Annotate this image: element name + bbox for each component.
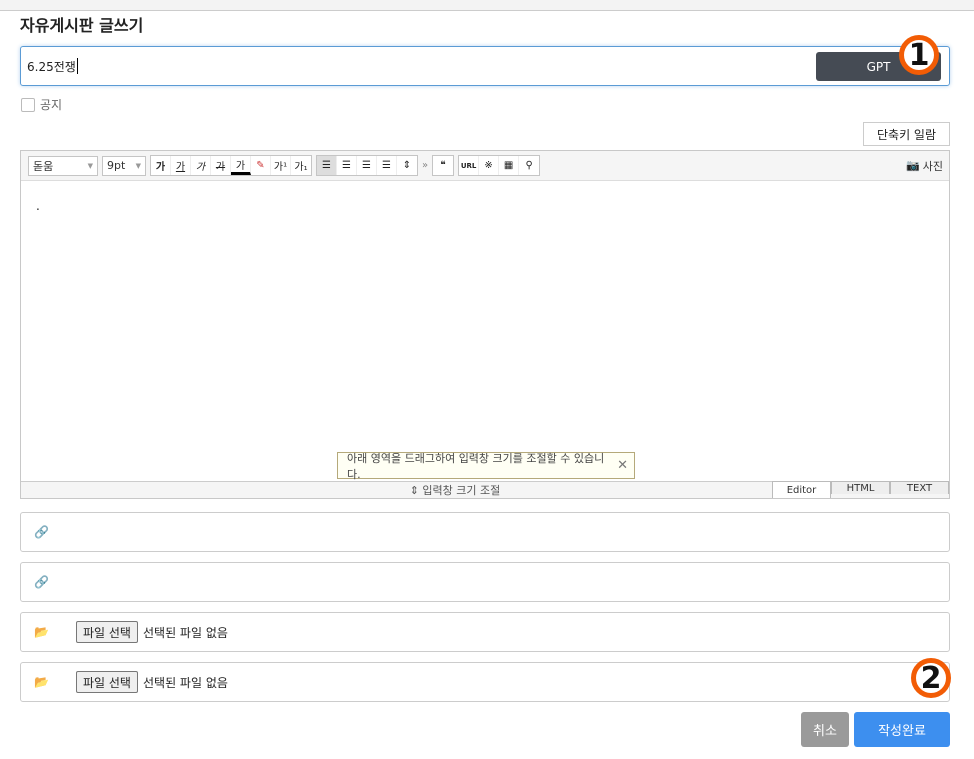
align-center-icon[interactable]: ☰ bbox=[337, 156, 357, 175]
editor-content: . bbox=[36, 199, 40, 213]
file-field-2: 📂 파일 선택 선택된 파일 없음 bbox=[20, 662, 950, 702]
bold-button[interactable]: 가 bbox=[151, 156, 171, 175]
subject-input[interactable]: 6.25전쟁 GPT bbox=[20, 46, 950, 86]
resize-tooltip: 아래 영역을 드래그하여 입력창 크기를 조절할 수 있습니다. ✕ bbox=[337, 451, 635, 481]
subject-value: 6.25전쟁 bbox=[27, 59, 76, 74]
superscript-button[interactable]: 가¹ bbox=[271, 156, 291, 175]
more-icon[interactable]: » bbox=[422, 160, 428, 171]
table-icon[interactable]: ▦ bbox=[499, 156, 520, 175]
link-field-1[interactable]: 🔗 bbox=[20, 512, 950, 552]
chevron-down-icon: ▼ bbox=[87, 161, 93, 170]
file-status: 선택된 파일 없음 bbox=[142, 625, 228, 640]
tooltip-text: 아래 영역을 드래그하여 입력창 크기를 조절할 수 있습니다. bbox=[347, 451, 605, 481]
insert-group: URL ※ ▦ ⚲ bbox=[458, 155, 541, 176]
highlight-button[interactable]: ✎ bbox=[251, 156, 271, 175]
align-right-icon[interactable]: ☰ bbox=[357, 156, 377, 175]
folder-icon: 📂 bbox=[34, 675, 49, 689]
font-select[interactable]: 돋움 ▼ bbox=[28, 155, 98, 176]
align-group: ☰ ☰ ☰ ☰ ⇕ bbox=[316, 155, 418, 176]
editor-toolbar: 돋움 ▼ 9pt ▼ 가 가 가 가 가 ✎ 가¹ 가₁ ☰ ☰ ☰ ☰ ⇕ » ❝… bbox=[21, 151, 949, 181]
underline-button[interactable]: 가 bbox=[171, 156, 191, 175]
camera-icon: 📷 bbox=[906, 159, 920, 172]
subscript-button[interactable]: 가₁ bbox=[291, 156, 311, 175]
font-size-value: 9pt bbox=[107, 159, 126, 172]
align-left-icon[interactable]: ☰ bbox=[317, 156, 337, 175]
chevron-down-icon: ▼ bbox=[135, 161, 141, 170]
photo-button[interactable]: 📷 사진 bbox=[906, 158, 943, 174]
notice-label: 공지 bbox=[40, 98, 63, 112]
step-badge-1: 1 bbox=[899, 35, 939, 75]
format-group: 가 가 가 가 가 ✎ 가¹ 가₁ bbox=[150, 155, 312, 176]
shortcut-list-button[interactable]: 단축키 일람 bbox=[863, 122, 950, 146]
file-field-1: 📂 파일 선택 선택된 파일 없음 bbox=[20, 612, 950, 652]
close-icon[interactable]: ✕ bbox=[617, 458, 628, 473]
file-select-button[interactable]: 파일 선택 bbox=[76, 621, 138, 643]
link-icon: 🔗 bbox=[34, 525, 49, 539]
rich-text-editor: 돋움 ▼ 9pt ▼ 가 가 가 가 가 ✎ 가¹ 가₁ ☰ ☰ ☰ ☰ ⇕ » ❝… bbox=[20, 150, 950, 499]
editor-content-area[interactable]: . 아래 영역을 드래그하여 입력창 크기를 조절할 수 있습니다. ✕ bbox=[21, 181, 949, 481]
search-icon[interactable]: ⚲ bbox=[519, 156, 539, 175]
tab-text[interactable]: TEXT bbox=[890, 481, 949, 494]
notice-checkbox[interactable]: 공지 bbox=[21, 96, 62, 113]
strikethrough-button[interactable]: 가 bbox=[211, 156, 231, 175]
folder-icon: 📂 bbox=[34, 625, 49, 639]
line-height-icon[interactable]: ⇕ bbox=[397, 156, 417, 175]
font-value: 돋움 bbox=[33, 159, 54, 173]
text-caret bbox=[76, 58, 78, 74]
link-field-2[interactable]: 🔗 bbox=[20, 562, 950, 602]
highlighter-icon: ✎ bbox=[256, 160, 265, 171]
tab-editor[interactable]: Editor bbox=[772, 481, 831, 498]
step-badge-2: 2 bbox=[911, 658, 951, 698]
font-color-button[interactable]: 가 bbox=[231, 156, 251, 175]
tab-html[interactable]: HTML bbox=[831, 481, 890, 494]
file-select-button[interactable]: 파일 선택 bbox=[76, 671, 138, 693]
link-icon: 🔗 bbox=[34, 575, 49, 589]
checkbox-box[interactable] bbox=[21, 97, 35, 112]
submit-button[interactable]: 작성완료 bbox=[854, 712, 950, 747]
file-status: 선택된 파일 없음 bbox=[142, 675, 228, 690]
url-link-icon[interactable]: URL bbox=[459, 156, 480, 175]
italic-button[interactable]: 가 bbox=[191, 156, 211, 175]
quote-icon[interactable]: ❝ bbox=[433, 156, 453, 175]
editor-mode-tabs: Editor HTML TEXT bbox=[772, 481, 949, 498]
quote-group: ❝ bbox=[432, 155, 455, 176]
photo-label: 사진 bbox=[922, 159, 943, 173]
cancel-button[interactable]: 취소 bbox=[801, 712, 849, 747]
special-char-icon[interactable]: ※ bbox=[479, 156, 500, 175]
top-bar bbox=[0, 0, 974, 11]
font-size-select[interactable]: 9pt ▼ bbox=[102, 155, 146, 176]
align-justify-icon[interactable]: ☰ bbox=[377, 156, 397, 175]
page-title: 자유게시판 글쓰기 bbox=[20, 16, 144, 35]
